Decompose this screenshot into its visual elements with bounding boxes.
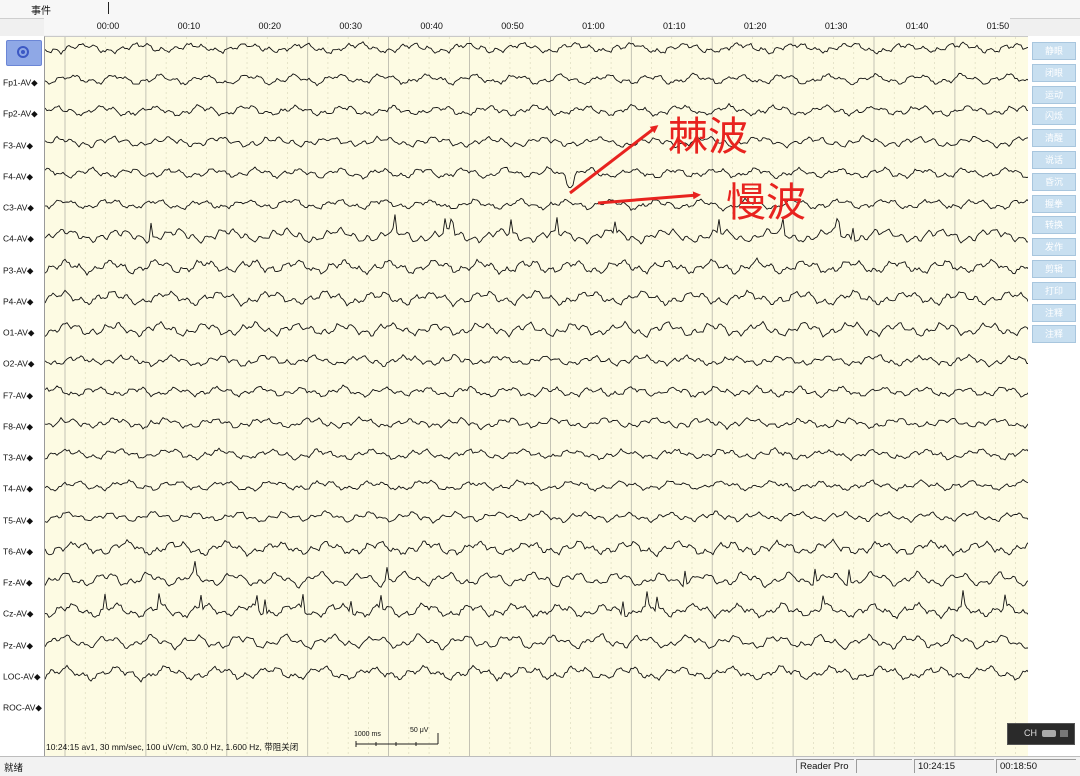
spike-annotation: 棘波 xyxy=(668,114,748,160)
slow-wave-annotation: 慢波 xyxy=(726,180,806,226)
annotation-arrows xyxy=(569,125,701,205)
slow-wave-arrow xyxy=(597,191,701,205)
eeg-reader-window: 事件 00:00 00:10 00:20 00:30 00:40 00:50 01:00 01… xyxy=(0,0,1080,776)
spike-arrow xyxy=(569,125,659,195)
